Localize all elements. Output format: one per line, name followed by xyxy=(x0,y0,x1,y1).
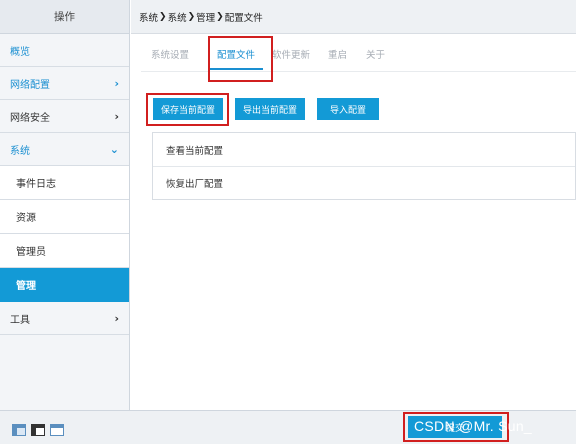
sidebar-subitem-label: 管理员 xyxy=(16,247,46,258)
sidebar-item-label: 系统 xyxy=(10,145,30,157)
tab-divider xyxy=(141,71,576,72)
sidebar-item-network-config[interactable]: 网络配置 › xyxy=(0,67,129,100)
breadcrumb-separator-icon: ❯ xyxy=(216,11,224,22)
chevron-down-icon: ⌄ xyxy=(109,142,119,156)
list-item-view-config[interactable]: 查看当前配置 xyxy=(153,133,575,166)
layout-split-icon[interactable] xyxy=(12,424,26,436)
tab-system-settings[interactable]: 系统设置 xyxy=(151,47,189,61)
sidebar-item-network-security[interactable]: 网络安全 › xyxy=(0,100,129,133)
breadcrumb-separator-icon: ❯ xyxy=(187,11,196,22)
sidebar-subitem-label: 事件日志 xyxy=(16,179,56,190)
sidebar-item-tools[interactable]: 工具 › xyxy=(0,302,129,335)
sidebar-subitem-administrator[interactable]: 管理员 xyxy=(0,234,129,268)
chevron-right-icon: › xyxy=(114,76,119,90)
chevron-right-icon: › xyxy=(114,311,119,325)
layout-full-icon[interactable] xyxy=(50,424,64,436)
layout-sidebar-icon[interactable] xyxy=(31,424,45,436)
sidebar-item-overview[interactable]: 概览 xyxy=(0,34,129,67)
breadcrumb-item[interactable]: 管理 xyxy=(196,10,215,24)
tab-restart[interactable]: 重启 xyxy=(328,47,347,61)
export-current-config-button[interactable]: 导出当前配置 xyxy=(235,98,305,120)
breadcrumb-item[interactable]: 系统 xyxy=(139,10,158,24)
config-panel: 查看当前配置 恢复出厂配置 xyxy=(152,132,576,200)
chevron-right-icon: › xyxy=(114,109,119,123)
sidebar-subitem-label: 管理 xyxy=(16,281,36,292)
sidebar-subitem-label: 资源 xyxy=(16,213,36,224)
breadcrumb-separator-icon: ❯ xyxy=(159,11,167,22)
tab-about[interactable]: 关于 xyxy=(366,47,385,61)
list-item-label: 查看当前配置 xyxy=(166,145,224,157)
sidebar-header: 操作 xyxy=(0,0,129,34)
sidebar-subitem-management[interactable]: 管理 xyxy=(0,268,129,302)
app-window: 操作 概览 网络配置 › 网络安全 › 系统 ⌄ 事件日志 资源 管理员 管理 xyxy=(0,0,576,444)
list-item-label: 恢复出厂配置 xyxy=(166,179,224,190)
tab-software-update[interactable]: 软件更新 xyxy=(272,47,310,61)
import-config-button[interactable]: 导入配置 xyxy=(317,98,379,120)
list-item-factory-reset[interactable]: 恢复出厂配置 xyxy=(153,166,575,199)
sidebar: 操作 概览 网络配置 › 网络安全 › 系统 ⌄ 事件日志 资源 管理员 管理 xyxy=(0,0,130,410)
sidebar-item-label: 网络配置 xyxy=(10,79,50,91)
sidebar-item-system[interactable]: 系统 ⌄ xyxy=(0,133,129,166)
sidebar-subitem-event-log[interactable]: 事件日志 xyxy=(0,166,129,200)
highlight-box xyxy=(146,93,229,126)
sidebar-item-label: 工具 xyxy=(10,314,30,326)
sidebar-item-label: 网络安全 xyxy=(10,112,50,124)
tab-bar: 系统设置 配置文件 软件更新 重启 关于 xyxy=(131,34,576,74)
watermark: CSDN @Mr. Sun_ xyxy=(414,418,532,434)
sidebar-subitem-resources[interactable]: 资源 xyxy=(0,200,129,234)
highlight-box xyxy=(208,36,273,82)
main-content: 系统 ❯ 系统 ❯ 管理 ❯ 配置文件 系统设置 配置文件 软件更新 重启 关于… xyxy=(131,0,576,410)
breadcrumb-item[interactable]: 系统 xyxy=(168,10,187,24)
sidebar-item-label: 概览 xyxy=(10,46,30,58)
breadcrumb-item-current: 配置文件 xyxy=(224,12,263,24)
breadcrumb: 系统 ❯ 系统 ❯ 管理 ❯ 配置文件 xyxy=(131,0,576,34)
